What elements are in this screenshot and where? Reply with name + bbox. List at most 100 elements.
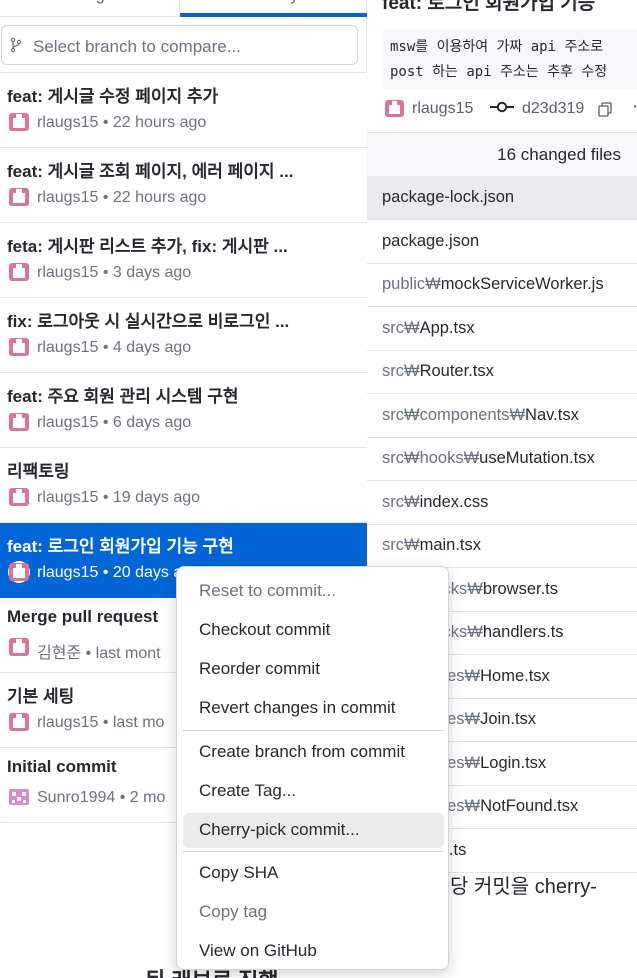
menu-create-branch[interactable]: Create branch from commit [183,735,444,770]
commit-title: 리팩토링 [7,462,70,481]
changed-file-item[interactable]: src₩hooks₩useMutation.tsx [367,437,637,481]
changed-file-item[interactable]: package-lock.json [367,176,637,220]
changed-file-item[interactable]: src₩components₩Nav.tsx [367,394,637,438]
commit-title: 기본 세팅 [7,687,75,706]
file-name: main.tsx [419,536,482,554]
file-name: Login.tsx [480,753,547,772]
commit-author: rlaugs15 [37,414,99,431]
meta-separator: • [98,114,113,131]
menu-separator [183,851,444,852]
menu-reset-to-commit: Reset to commit... [199,581,336,600]
git-commit-icon [490,98,514,119]
file-name: App.tsx [419,318,475,337]
more-options-icon[interactable]: ⋯ [632,96,637,117]
meta-separator: • [115,789,130,806]
changed-file-item[interactable]: src₩main.tsx [367,524,637,568]
commit-author: rlaugs15 [37,564,99,581]
meta-separator: • [98,564,113,581]
commit-list-item[interactable]: feat: 게시글 조회 페이지, 에러 페이지 ... rlaugs15 • 2… [0,148,367,223]
author-avatar [8,111,30,133]
commit-time: 3 days ago [112,264,192,281]
file-directory: src₩components₩ [382,405,526,424]
changed-file-item[interactable]: src₩index.css [367,481,637,525]
commit-list-item[interactable]: feat: 주요 회원 관리 시스템 구현 rlaugs15 • 6 days a… [0,373,367,448]
commit-list-item[interactable]: feat: 게시글 수정 페이지 추가 rlaugs15 • 22 hours a… [0,73,367,148]
changed-file-item[interactable]: src₩Router.tsx [367,350,637,394]
commit-time: 22 hours ago [112,189,207,206]
changed-file-item[interactable]: public₩mockServiceWorker.js [367,263,637,307]
commit-detail-description: msw를 이용하여 가짜 api 주소로 post 하는 api 주소는 추후 … [382,29,637,89]
file-directory: src₩ [382,492,420,511]
commit-meta: Sunro1994 • 2 mo [37,789,165,807]
file-name: browser.ts [482,579,559,598]
commit-title: feat: 게시글 수정 페이지 추가 [7,87,219,106]
commit-author: rlaugs15 [37,489,99,506]
commit-meta: rlaugs15 • 19 days ago [37,489,200,507]
commit-author: rlaugs15 [37,189,99,206]
commit-author: rlaugs15 [37,714,99,731]
branch-compare-placeholder: Select branch to compare... [33,37,241,56]
author-avatar [8,261,30,283]
commit-time: 2 mo [129,789,166,806]
commit-meta: rlaugs15 • 6 days ago [37,414,191,432]
tab-history[interactable]: History [180,0,367,17]
sidebar-tabs: Changes History [0,0,367,17]
file-name: Home.tsx [480,666,550,685]
menu-create-tag[interactable]: Create Tag... [183,774,444,809]
menu-copy-sha[interactable]: Copy SHA [183,856,444,891]
file-name: Join.tsx [480,710,537,728]
commit-author: rlaugs15 [412,100,474,117]
file-directory: src₩ [382,536,420,554]
file-name: handlers.ts [482,623,564,641]
meta-separator: • [98,189,113,206]
git-branch-icon [10,37,24,53]
menu-reorder-commit[interactable]: Reorder commit [183,652,444,687]
doc-text-fragment: 당 커밋을 cherry- [450,876,597,898]
commit-meta: rlaugs15 • 4 days ago [37,339,191,357]
changed-file-item[interactable]: src₩App.tsx [367,307,637,351]
copy-icon[interactable] [598,102,612,117]
commit-detail-title: feat: 로그인 회원가입 기능 [382,0,596,14]
file-directory: src₩ [382,318,420,337]
menu-revert-changes[interactable]: Revert changes in commit [183,691,444,726]
commit-author: 김현준 [37,645,82,662]
author-avatar [8,336,30,358]
commit-time: 19 days ago [112,489,201,506]
commit-detail-meta: rlaugs15 d23d319 ⋯ [382,96,637,124]
author-avatar [8,636,30,658]
branch-compare-bar: Select branch to compare... [0,17,367,73]
commit-list-item[interactable]: feta: 게시판 리스트 추가, fix: 게시판 ... rlaugs15 •… [0,223,367,298]
commit-context-menu: Reset to commit... Checkout commit Reord… [176,566,449,970]
meta-separator: • [98,489,113,506]
commit-list-item[interactable]: 리팩토링 rlaugs15 • 19 days ago [0,448,367,523]
commit-list-item[interactable]: fix: 로그아웃 시 실시간으로 비로그인 ... rlaugs15 • 4 d… [0,298,367,373]
commit-time: last mo [112,714,165,731]
commit-author: Sunro1994 [37,789,116,806]
author-avatar [8,186,30,208]
author-avatar [8,786,30,808]
commit-title: feat: 주요 회원 관리 시스템 구현 [7,387,239,406]
file-name: Nav.tsx [525,405,579,424]
meta-separator: • [98,264,113,281]
file-name: Router.tsx [419,362,494,380]
author-avatar [8,486,30,508]
commit-title: feat: 로그인 회원가입 기능 구현 [7,537,234,556]
meta-separator: • [98,414,113,431]
author-avatar [8,711,30,733]
commit-sha: d23d319 [522,100,585,117]
author-avatar [8,561,30,583]
tab-changes[interactable]: Changes [0,0,180,17]
menu-cherry-pick-commit[interactable]: Cherry-pick commit... [183,813,444,848]
commit-meta: 김현준 • last mont [37,639,161,663]
file-name: mockServiceWorker.js [440,275,604,293]
menu-view-on-github[interactable]: View on GitHub [183,934,444,969]
file-name: package-lock.json [382,188,515,206]
file-directory: public₩ [382,275,441,293]
commit-meta: rlaugs15 • 22 hours ago [37,189,206,207]
changed-file-item[interactable]: package.json [367,220,637,264]
commit-meta: rlaugs15 • 3 days ago [37,264,191,282]
commit-author: rlaugs15 [37,339,99,356]
branch-compare-input[interactable]: Select branch to compare... [1,25,358,65]
file-name: package.json [382,231,480,250]
menu-checkout-commit[interactable]: Checkout commit [183,613,444,648]
